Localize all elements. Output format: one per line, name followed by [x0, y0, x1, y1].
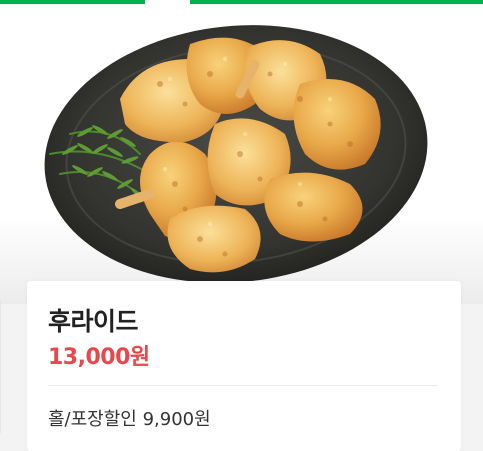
fried-chicken-illustration	[44, 25, 428, 283]
card-edge	[0, 300, 1, 433]
divider	[48, 385, 438, 386]
menu-info-card: 후라이드 13,000원 홀/포장할인 9,900원	[27, 281, 461, 451]
product-image[interactable]	[0, 4, 483, 304]
menu-name: 후라이드	[48, 307, 139, 336]
discount-note: 홀/포장할인 9,900원	[48, 409, 211, 430]
menu-price: 13,000원	[48, 345, 150, 370]
